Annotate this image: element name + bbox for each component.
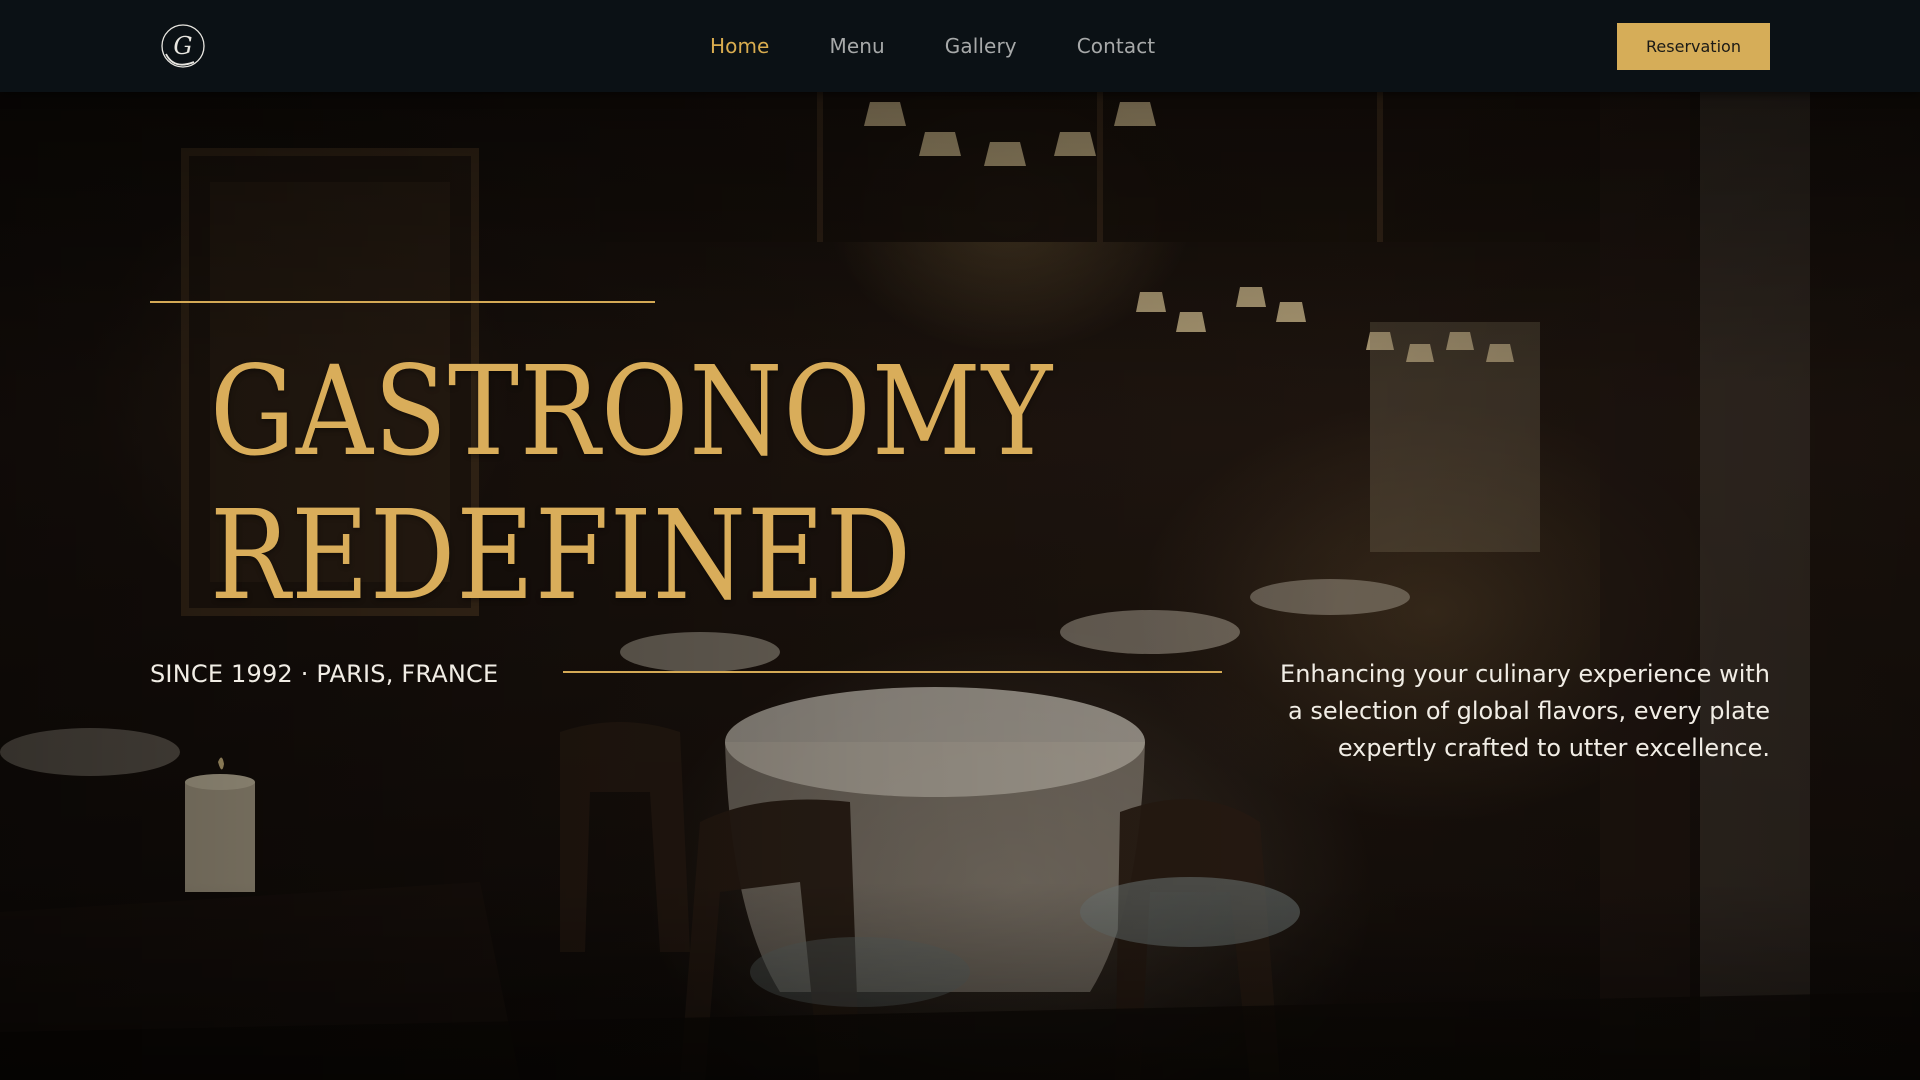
headline-line-1: GASTRONOMY [210, 340, 1054, 484]
nav-home[interactable]: Home [680, 0, 799, 92]
hero-headline: GASTRONOMY REDEFINED [210, 340, 1053, 628]
svg-text:G: G [173, 32, 192, 60]
nav-menu[interactable]: Menu [799, 0, 914, 92]
since-label: SINCE 1992 · PARIS, FRANCE [150, 660, 499, 688]
monogram-logo-icon: G [161, 24, 205, 68]
reservation-button[interactable]: Reservation [1617, 23, 1770, 70]
landing-page: G Home Menu Gallery Contact Reservation [0, 0, 1920, 1080]
headline-line-2: REDEFINED [210, 484, 913, 628]
main-nav: Home Menu Gallery Contact [680, 0, 1185, 92]
nav-contact[interactable]: Contact [1047, 0, 1186, 92]
nav-gallery[interactable]: Gallery [915, 0, 1047, 92]
decorative-line-middle [563, 671, 1222, 673]
decorative-line-top [150, 301, 655, 303]
hero-tagline: Enhancing your culinary experience with … [1280, 660, 1770, 762]
brand-logo[interactable]: G [160, 18, 206, 74]
site-header: G Home Menu Gallery Contact Reservation [0, 0, 1920, 92]
